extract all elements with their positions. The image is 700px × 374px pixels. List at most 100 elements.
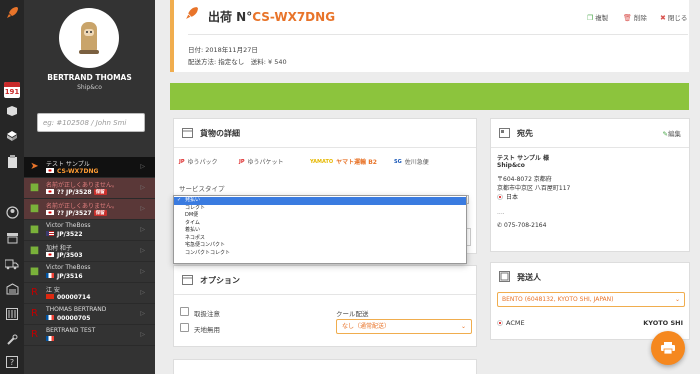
recipient-company: Ship&co (497, 162, 525, 169)
carrier-sagawa[interactable]: SG 佐川急便 (394, 157, 429, 166)
box-icon[interactable] (3, 130, 21, 148)
service-option[interactable]: コンパクトコレクト (174, 250, 466, 258)
user-name: BERTRAND THOMAS (47, 73, 132, 82)
chevron-right-icon: ▷ (140, 331, 145, 338)
edit-button[interactable]: ✎編集 (663, 128, 681, 138)
sender-name: ACME (497, 319, 525, 327)
service-option[interactable]: ネコポス (174, 235, 466, 243)
avatar[interactable] (59, 8, 119, 68)
service-type-dropdown[interactable]: ✓ 発払い コレクト DM便 タイム 着払い ネコポス 宅急便コンパクト コンパクトコレクト (173, 195, 467, 264)
calendar-icon[interactable]: 191 (4, 82, 20, 98)
shipment-number: JP/3516 (46, 273, 83, 280)
shipment-number: 00000714 (46, 294, 90, 301)
calendar-icon (182, 274, 193, 288)
shopify-icon: ■ (29, 182, 40, 193)
shipment-header: 出荷 N°CS-WX7DNG ❐ 複製 🗑 削除 ✖ 閉じる 日付: 2018年11月… (170, 0, 689, 72)
clipboard-icon[interactable] (3, 155, 21, 173)
shipment-list-item[interactable]: ■ 名前が正しくありません。?? JP/3527 保留 ▷ (24, 199, 155, 220)
shipment-date: 日付: 2018年11月27日 (188, 46, 258, 54)
divider (491, 147, 689, 148)
delete-button[interactable]: 🗑 削除 (623, 12, 647, 22)
yamato-logo-icon: YAMATO (310, 159, 334, 165)
service-option[interactable]: コレクト (174, 205, 466, 213)
sender-select[interactable]: BENTO (6048132, KYOTO SHI, JAPAN) ⌄ (497, 292, 685, 307)
phone-icon: ✆ (497, 222, 504, 229)
user-icon[interactable] (3, 206, 21, 224)
options-title: オプション (200, 276, 240, 285)
options-card: オプション 取扱注意 天地無用 クール配送 なし（通常配送） ⌄ (173, 265, 477, 347)
delivery-method: 配送方法: 指定なし (188, 58, 245, 66)
truck-icon[interactable] (3, 258, 21, 276)
this-side-up-checkbox[interactable] (180, 323, 189, 332)
service-option[interactable]: 宅急便コンパクト (174, 242, 466, 250)
service-option-label: 宅急便コンパクト (185, 242, 226, 248)
shipment-list-item[interactable]: ■ 名前が正しくありません。?? JP/3528 保留 ▷ (24, 178, 155, 199)
sender-title: 発送人 (517, 273, 541, 282)
shipment-recipient: BERTRAND TEST (46, 327, 96, 334)
cn-flag-icon (46, 294, 54, 299)
recipient-phone: ✆ 075-708-2164 (497, 222, 546, 229)
trash-icon: 🗑 (623, 14, 632, 22)
service-option[interactable]: 着払い (174, 227, 466, 235)
service-option-label: コレクト (185, 204, 206, 211)
package-icon[interactable] (3, 105, 21, 123)
japan-flag-icon (497, 194, 503, 200)
carrier-yupack[interactable]: JP ゆうパック (179, 157, 218, 166)
service-option-label: 発払い (185, 197, 201, 203)
service-option[interactable]: タイム (174, 220, 466, 228)
address-card-icon (499, 127, 510, 141)
service-option[interactable]: ✓ 発払い (174, 197, 466, 205)
status-bar (170, 83, 689, 110)
fr-flag-icon (46, 273, 54, 278)
shipment-number-label: JP/3522 (57, 231, 83, 238)
service-option[interactable]: DM便 (174, 212, 466, 220)
settings-sliders-icon[interactable] (3, 308, 21, 326)
print-button[interactable] (651, 331, 685, 365)
shipment-list-item[interactable]: R BERTRAND TEST ▷ (24, 325, 155, 346)
shopify-icon: ■ (29, 203, 40, 214)
postage: 送料: ¥ 540 (250, 58, 287, 66)
recipient-name: テスト サンプル 様 (497, 155, 549, 162)
shipment-list-item[interactable]: ➤ テスト サンプル CS-WX7DNG ▷ (24, 157, 155, 178)
carrier-yupacket[interactable]: JP ゆうパケット (239, 157, 284, 166)
shipment-list: ➤ テスト サンプル CS-WX7DNG ▷ ■ 名前が正しくありません。?? JP/35… (24, 157, 155, 346)
app-window: 191 ? BERTRAND THOMAS Ship&co eg: #10250… (0, 0, 700, 374)
page-title: 出荷 N°CS-WX7DNG (208, 8, 335, 25)
warehouse-icon[interactable] (3, 283, 21, 301)
search-input[interactable] (37, 113, 145, 132)
carrier-yamato[interactable]: YAMATO ヤマト運輸 B2 (310, 157, 377, 166)
cool-delivery-select[interactable]: なし（通常配送） ⌄ (336, 319, 472, 334)
help-icon[interactable]: ? (3, 356, 21, 374)
shipment-number: ?? JP/3527 保留 (46, 210, 107, 217)
close-button[interactable]: ✖ 閉じる (660, 12, 687, 22)
shipment-list-item[interactable]: ■ Victor TheBoss JP/3522 ▷ (24, 220, 155, 241)
shipment-list-item[interactable]: ■ 加村 和子 JP/3503 ▷ (24, 241, 155, 262)
sender-icon (499, 271, 510, 285)
shipment-list-item[interactable]: ■ Victor TheBoss JP/3516 ▷ (24, 262, 155, 283)
handle-with-care-checkbox[interactable] (180, 307, 189, 316)
cargo-title: 貨物の詳細 (200, 129, 240, 138)
service-option-label: コンパクトコレクト (185, 249, 231, 256)
shipment-list-item[interactable]: R 江 安 00000714 ▷ (24, 283, 155, 304)
us-flag-icon (46, 231, 54, 236)
status-badge: 保留 (93, 210, 107, 216)
shipment-number-label: 00000714 (57, 294, 91, 301)
rocket-icon (184, 6, 199, 25)
tool-icon[interactable] (3, 334, 21, 352)
rocket-icon[interactable] (3, 6, 21, 24)
shipment-number: 00000705 (46, 315, 90, 322)
svg-text:?: ? (10, 358, 14, 367)
sender-selected: BENTO (6048132, KYOTO SHI, JAPAN) (502, 296, 614, 303)
japan-post-logo-icon: JP (179, 159, 185, 165)
sender-name-label: ACME (506, 319, 525, 327)
service-type-label: サービスタイプ (179, 185, 225, 193)
shipment-number-label: 00000705 (57, 315, 91, 322)
store-icon[interactable] (3, 232, 21, 250)
shipment-list-item[interactable]: R THOMAS BERTRAND 00000705 ▷ (24, 304, 155, 325)
copy-button[interactable]: ❐ 複製 (587, 12, 608, 22)
shipment-recipient: THOMAS BERTRAND (46, 306, 107, 313)
country-label: 日本 (506, 194, 519, 201)
sidebar: BERTRAND THOMAS Ship&co ➤ テスト サンプルCS-WX7D… (24, 0, 155, 374)
shopify-icon: ■ (29, 266, 40, 277)
chevron-right-icon: ▷ (140, 184, 145, 191)
